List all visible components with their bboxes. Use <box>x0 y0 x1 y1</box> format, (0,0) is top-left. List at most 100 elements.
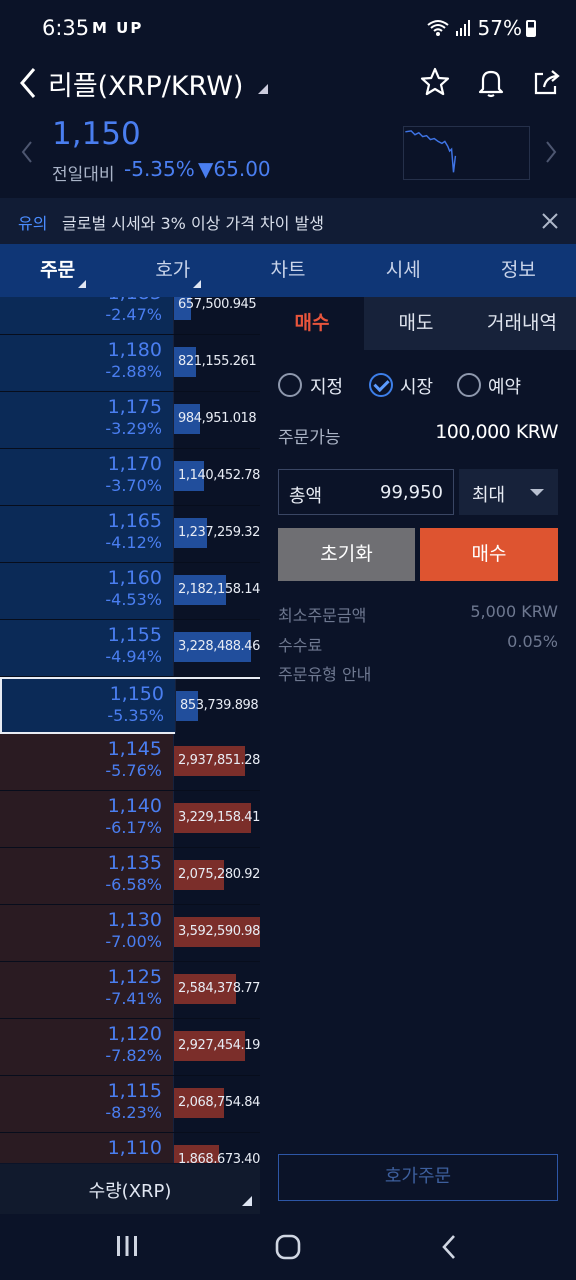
orderbook-quantity: 821,155.261 <box>178 354 257 369</box>
order-guide-link[interactable]: 주문유형 안내 <box>278 661 558 685</box>
reset-button[interactable]: 초기화 <box>278 528 415 581</box>
bid-row[interactable]: 1,135 -6.58% 2,075,280.921 <box>0 848 260 905</box>
orderbook-price-cell[interactable]: 1,115 -8.23% <box>0 1076 172 1132</box>
orderbook-qty-cell[interactable]: 2,927,454.193 <box>173 1019 260 1075</box>
order-type-reserve-label[interactable]: 예약 <box>488 373 521 399</box>
orderbook-qty-cell[interactable]: 2,068,754.847 <box>173 1076 260 1132</box>
tab-orderbook[interactable]: 호가 <box>115 244 230 297</box>
orderbook-change-rate: -3.70% <box>105 476 162 495</box>
share-icon[interactable] <box>531 66 563 98</box>
orderbook-qty-cell[interactable]: 657,500.945 <box>173 297 260 334</box>
orderbook-qty-cell[interactable]: 853,739.898 <box>175 679 260 735</box>
nav-back-icon[interactable] <box>438 1233 460 1261</box>
market-title[interactable]: 리플(XRP/KRW) <box>48 64 243 103</box>
close-icon[interactable] <box>540 211 560 231</box>
orderbook-qty-cell[interactable]: 3,592,590.988 <box>173 905 260 961</box>
orderbook-price-cell[interactable]: 1,155 -4.94% <box>0 620 172 676</box>
next-market-icon[interactable] <box>544 140 558 164</box>
orderbook-qty-cell[interactable]: 1,868,673.400 <box>173 1133 260 1163</box>
tab-order[interactable]: 주문 <box>0 244 115 297</box>
orderbook-qty-cell[interactable]: 2,182,158.147 <box>173 563 260 619</box>
wifi-icon <box>427 20 449 36</box>
orderbook-qty-cell[interactable]: 2,075,280.921 <box>173 848 260 904</box>
orderbook-price-cell[interactable]: 1,180 -2.88% <box>0 335 172 391</box>
available-label: 주문가능 <box>278 428 341 448</box>
order-type-limit-radio[interactable] <box>278 373 302 397</box>
orderbook-qty-cell[interactable]: 2,584,378.774 <box>173 962 260 1018</box>
orderbook-price-cell[interactable]: 1,170 -3.70% <box>0 449 172 505</box>
sub-tab-history[interactable]: 거래내역 <box>468 297 576 350</box>
orderbook-qty-cell[interactable]: 2,937,851.284 <box>173 734 260 790</box>
orderbook-quantity: 3,229,158.410 <box>178 810 260 825</box>
order-type-limit-label[interactable]: 지정 <box>310 373 343 399</box>
bid-row[interactable]: 1,115 -8.23% 2,068,754.847 <box>0 1076 260 1133</box>
orderbook-price-cell[interactable]: 1,160 -4.53% <box>0 563 172 619</box>
orderbook-price-cell[interactable]: 1,185-2.47% <box>0 297 172 334</box>
orderbook-order-button[interactable]: 호가주문 <box>278 1154 558 1201</box>
quantity-unit-toggle[interactable]: 수량(XRP) <box>0 1164 260 1214</box>
orderbook-price: 1,135 <box>107 852 162 874</box>
tab-chart[interactable]: 차트 <box>230 244 345 297</box>
orderbook-quantity: 1,868,673.400 <box>178 1152 260 1163</box>
orderbook-price-cell[interactable]: 1,165 -4.12% <box>0 506 172 562</box>
orderbook-price-cell[interactable]: 1,145 -5.76% <box>0 734 172 790</box>
tab-trades[interactable]: 시세 <box>346 244 461 297</box>
max-amount-select[interactable]: 최대 <box>459 469 558 515</box>
orderbook-qty-cell[interactable]: 3,228,488.460 <box>173 620 260 676</box>
signal-icon <box>456 20 471 36</box>
bid-row[interactable]: 1,110 1,868,673.400 <box>0 1133 260 1163</box>
ask-row[interactable]: 1,175 -3.29% 984,951.018 <box>0 392 260 449</box>
ask-row[interactable]: 1,170 -3.70% 1,140,452.783 <box>0 449 260 506</box>
change-amount: ▼65.00 <box>198 157 271 181</box>
ask-row[interactable]: 1,180 -2.88% 821,155.261 <box>0 335 260 392</box>
bell-icon[interactable] <box>475 66 507 98</box>
orderbook-qty-cell[interactable]: 3,229,158.410 <box>173 791 260 847</box>
sub-tab-buy[interactable]: 매수 <box>260 297 364 350</box>
order-type-reserve-radio[interactable] <box>457 373 481 397</box>
prev-market-icon[interactable] <box>20 140 34 164</box>
bid-row[interactable]: 1,125 -7.41% 2,584,378.774 <box>0 962 260 1019</box>
quantity-unit-label: 수량(XRP) <box>88 1181 172 1202</box>
orderbook-price-cell[interactable]: 1,130 -7.00% <box>0 905 172 961</box>
total-amount-field[interactable]: 총액 99,950 <box>278 469 454 515</box>
ask-row[interactable]: 1,185-2.47% 657,500.945 <box>0 297 260 335</box>
orderbook-price-cell[interactable]: 1,150 -5.35% <box>2 679 174 735</box>
bid-row[interactable]: 1,120 -7.82% 2,927,454.193 <box>0 1019 260 1076</box>
orderbook-price-cell[interactable]: 1,125 -7.41% <box>0 962 172 1018</box>
ask-row[interactable]: 1,155 -4.94% 3,228,488.460 <box>0 620 260 677</box>
ask-row[interactable]: 1,160 -4.53% 2,182,158.147 <box>0 563 260 620</box>
orderbook-qty-cell[interactable]: 1,237,259.326 <box>173 506 260 562</box>
orderbook-price-cell[interactable]: 1,135 -6.58% <box>0 848 172 904</box>
home-icon[interactable] <box>274 1233 302 1261</box>
max-amount-label: 최대 <box>472 485 506 506</box>
sub-tab-sell[interactable]: 매도 <box>364 297 468 350</box>
back-icon[interactable] <box>18 65 40 101</box>
mini-price-chart[interactable] <box>403 126 530 180</box>
orderbook-change-rate: -7.41% <box>105 989 162 1008</box>
bid-row[interactable]: 1,145 -5.76% 2,937,851.284 <box>0 734 260 791</box>
orderbook-quantity: 3,592,590.988 <box>178 924 260 939</box>
buy-button[interactable]: 매수 <box>420 528 558 581</box>
tab-orderbook-label: 호가 <box>155 259 191 281</box>
tab-info[interactable]: 정보 <box>461 244 576 297</box>
order-guide-label[interactable]: 주문유형 안내 <box>278 665 371 684</box>
order-type-group: 지정 시장 예약 <box>278 371 568 401</box>
orderbook-price-cell[interactable]: 1,110 <box>0 1133 172 1163</box>
total-amount-value[interactable]: 99,950 <box>380 482 443 503</box>
orderbook-qty-cell[interactable]: 984,951.018 <box>173 392 260 448</box>
ask-row[interactable]: 1,165 -4.12% 1,237,259.326 <box>0 506 260 563</box>
recent-apps-icon[interactable] <box>114 1233 140 1259</box>
orderbook-price-cell[interactable]: 1,140 -6.17% <box>0 791 172 847</box>
ask-row[interactable]: 1,150 -5.35% 853,739.898 <box>0 677 260 735</box>
orderbook-price-cell[interactable]: 1,120 -7.82% <box>0 1019 172 1075</box>
bid-row[interactable]: 1,140 -6.17% 3,229,158.410 <box>0 791 260 848</box>
bid-row[interactable]: 1,130 -7.00% 3,592,590.988 <box>0 905 260 962</box>
order-type-market-label[interactable]: 시장 <box>400 373 433 399</box>
orderbook-qty-cell[interactable]: 1,140,452.783 <box>173 449 260 505</box>
orderbook-qty-cell[interactable]: 821,155.261 <box>173 335 260 391</box>
star-icon[interactable] <box>419 66 451 98</box>
orderbook-price: 1,160 <box>107 567 162 589</box>
market-dropdown-icon[interactable] <box>258 84 268 94</box>
order-type-market-radio[interactable] <box>369 373 393 397</box>
orderbook-price-cell[interactable]: 1,175 -3.29% <box>0 392 172 448</box>
